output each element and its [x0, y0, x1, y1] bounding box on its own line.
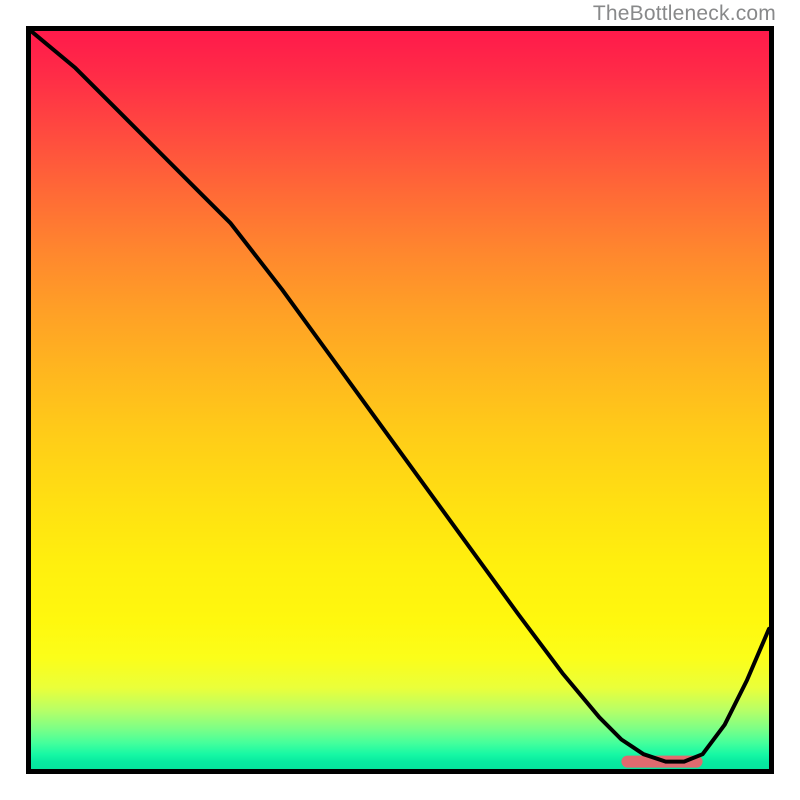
- curve-path: [31, 31, 769, 762]
- chart-frame: [26, 26, 774, 774]
- watermark-text: TheBottleneck.com: [593, 2, 776, 26]
- chart-overlay: [31, 31, 769, 769]
